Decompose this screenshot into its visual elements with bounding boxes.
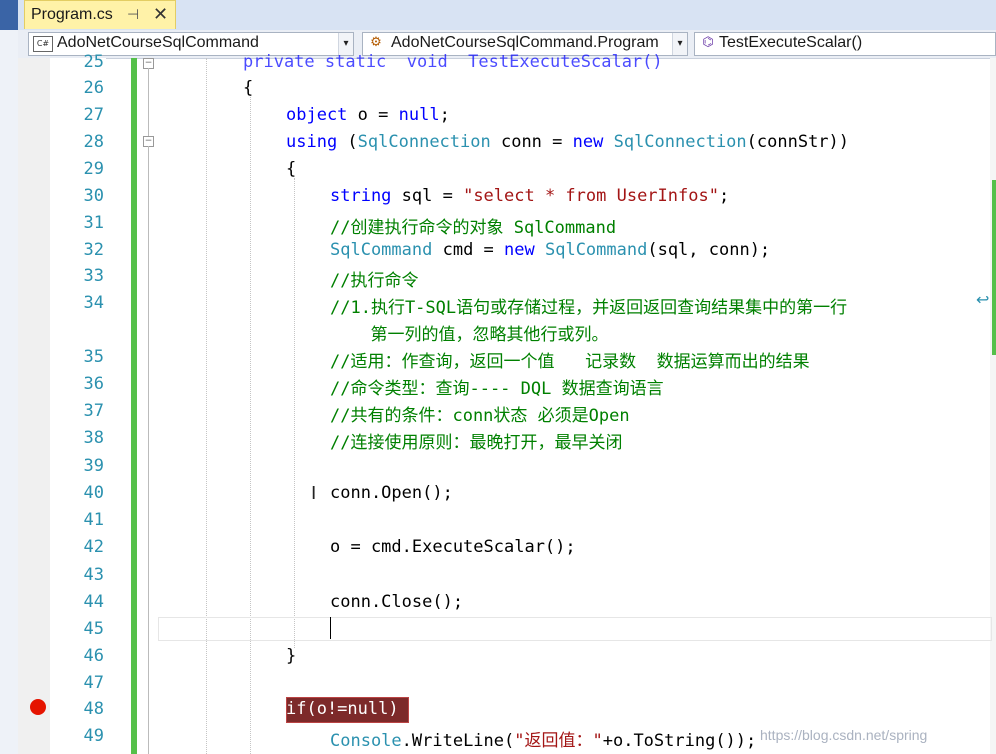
code-token: conn.Open(); <box>330 483 453 503</box>
code-line[interactable]: using (SqlConnection conn = new SqlConne… <box>286 132 849 152</box>
code-line[interactable]: //创建执行命令的对象 SqlCommand <box>330 213 616 238</box>
code-line[interactable]: conn.Open(); <box>330 483 453 503</box>
code-token: conn.Close(); <box>330 592 464 612</box>
code-token: ; <box>439 105 450 125</box>
code-line[interactable]: { <box>243 78 253 98</box>
code-line[interactable]: { <box>286 159 296 179</box>
code-token: ; <box>718 186 730 206</box>
code-token: .WriteLine( <box>401 731 515 751</box>
code-line[interactable]: string sql = "select * from UserInfos"; <box>330 186 729 206</box>
code-line[interactable]: //连接使用原则：最晚打开，最早关闭 <box>330 428 622 453</box>
code-token: 第一列的值，忽略其他行或列。 <box>350 325 609 345</box>
code-token: new <box>572 132 604 152</box>
code-token: new <box>504 240 535 260</box>
code-token: if(o!=null) <box>286 699 399 719</box>
code-line[interactable]: object o = null; <box>286 105 450 125</box>
code-token: //适用：作查询，返回一个值 记录数 数据运算而出的结果 <box>330 352 810 372</box>
code-line[interactable]: //执行命令 <box>330 266 418 291</box>
code-token: SqlCommand <box>544 240 648 260</box>
code-line[interactable]: if(o!=null) <box>286 699 399 719</box>
code-token: cmd = <box>432 240 505 260</box>
code-token: //共有的条件：conn状态 必须是Open <box>330 406 630 426</box>
code-token: //执行命令 <box>330 271 419 291</box>
code-token: { <box>286 159 297 179</box>
code-token: conn = <box>490 132 573 152</box>
code-token: string <box>330 186 392 206</box>
code-token: SqlConnection <box>357 132 491 152</box>
code-token: //1.执行T-SQL语句或存储过程，并返回返回查询结果集中的第一行 <box>330 298 848 318</box>
word-wrap-icon: ↩ <box>976 290 990 309</box>
code-line[interactable]: conn.Close(); <box>330 592 463 612</box>
code-token: //创建执行命令的对象 SqlCommand <box>330 218 617 238</box>
code-token: sql = <box>391 186 464 206</box>
code-token: (connStr)) <box>746 132 850 152</box>
code-line[interactable]: } <box>286 646 296 666</box>
ibeam-cursor-icon: I <box>311 483 317 504</box>
code-token: o = cmd.ExecuteScalar(); <box>330 537 576 557</box>
code-token: +o.ToString()); <box>602 731 757 751</box>
watermark: https://blog.csdn.net/spring <box>760 727 928 743</box>
code-token: using <box>286 132 338 152</box>
code-editor[interactable]: private static void TestExecuteScalar() {… <box>0 0 996 754</box>
code-token: "select * from UserInfos" <box>463 186 719 206</box>
code-token: private static void TestExecuteScalar() <box>243 52 663 72</box>
code-token: } <box>286 646 297 666</box>
code-line[interactable]: Console.WriteLine("返回值："+o.ToString()); <box>330 726 756 751</box>
code-token: "返回值：" <box>514 731 603 751</box>
code-token: o = <box>347 105 399 125</box>
code-token: { <box>243 78 254 98</box>
code-line[interactable]: //命令类型：查询---- DQL 数据查询语言 <box>330 374 664 399</box>
code-token: ( <box>337 132 358 152</box>
code-line[interactable]: private static void TestExecuteScalar() <box>243 52 663 72</box>
code-token: Console <box>330 731 402 751</box>
code-token: (sql, conn); <box>647 240 771 260</box>
code-token: //命令类型：查询---- DQL 数据查询语言 <box>330 379 664 399</box>
code-line[interactable]: 第一列的值，忽略其他行或列。 <box>350 320 608 345</box>
code-token: SqlConnection <box>613 132 747 152</box>
code-line[interactable]: //共有的条件：conn状态 必须是Open <box>330 401 630 426</box>
code-token: SqlCommand <box>330 240 433 260</box>
code-line[interactable]: SqlCommand cmd = new SqlCommand(sql, con… <box>330 240 770 260</box>
code-token: object <box>286 105 348 125</box>
code-token: //连接使用原则：最晚打开，最早关闭 <box>330 433 623 453</box>
code-line[interactable]: o = cmd.ExecuteScalar(); <box>330 537 576 557</box>
code-line[interactable]: //1.执行T-SQL语句或存储过程，并返回返回查询结果集中的第一行 <box>330 293 847 318</box>
text-caret <box>330 617 331 639</box>
code-line[interactable]: //适用：作查询，返回一个值 记录数 数据运算而出的结果 <box>330 347 810 372</box>
code-token: null <box>398 105 440 125</box>
